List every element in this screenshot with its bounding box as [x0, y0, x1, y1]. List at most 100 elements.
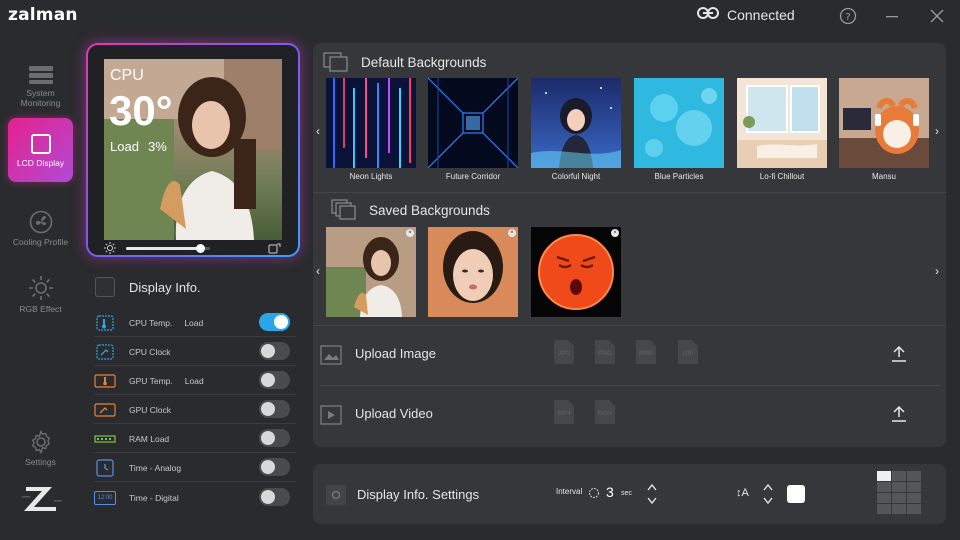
zalman-z-logo: [20, 484, 64, 519]
interval-label: Interval: [556, 487, 583, 496]
link-icon: [697, 6, 719, 23]
row-label: GPU Clock: [129, 404, 172, 415]
gpu-clock-icon: [94, 401, 116, 419]
jpg-format-icon: JPG: [553, 339, 575, 365]
mov-format-icon: MOV: [594, 399, 616, 425]
close-button[interactable]: [927, 6, 947, 26]
connection-status: Connected: [697, 6, 795, 23]
display-info-row-ram-load: RAM Load: [94, 425, 296, 453]
gpu-temp-toggle[interactable]: [259, 371, 290, 389]
interval-stepper[interactable]: [646, 482, 658, 506]
sun-icon: [28, 275, 53, 300]
sidebar-item-label: LCD Display: [16, 157, 65, 168]
preview-load-value: 3%: [148, 139, 167, 154]
upload-video-row[interactable]: Upload Video MP4 MOV: [320, 395, 940, 435]
brightness-slider[interactable]: [126, 244, 210, 253]
saved-thumb-3[interactable]: ×: [531, 227, 621, 317]
sidebar-item-label: System Monitoring: [20, 87, 61, 108]
display-info-row-gpu-clock: GPU Clock: [94, 396, 296, 424]
default-backgrounds-header: Default Backgrounds: [323, 52, 486, 72]
row-label: Time - Analog: [129, 462, 182, 473]
sidebar-item-label: RGB Effect: [19, 303, 62, 314]
row-label: Time - Digital: [129, 493, 179, 503]
png-format-icon: PNG: [594, 339, 616, 365]
default-next-arrow[interactable]: ›: [935, 124, 939, 138]
preview-sensor-label: CPU: [110, 67, 144, 84]
saved-prev-arrow[interactable]: ‹: [316, 264, 320, 278]
rotate-screen-icon[interactable]: [268, 242, 282, 254]
bg-label: Neon Lights: [349, 172, 393, 181]
ram-icon: [94, 430, 116, 448]
upload-image-row[interactable]: Upload Image JPG PNG BMP GIF: [320, 335, 940, 375]
bg-label: Colorful Night: [551, 172, 601, 181]
saved-next-arrow[interactable]: ›: [935, 264, 939, 278]
sidebar-item-rgb-effect[interactable]: RGB Effect: [8, 262, 73, 326]
row-label: CPU Temp.: [129, 317, 173, 328]
position-grid[interactable]: [877, 471, 921, 516]
time-analog-toggle[interactable]: [259, 458, 290, 476]
cpu-temp-toggle[interactable]: [259, 313, 290, 331]
cpu-clock-icon: [94, 343, 116, 361]
row-label: CPU Clock: [129, 346, 171, 357]
help-icon: ?: [839, 7, 857, 25]
bg-thumb-lofi-chillout[interactable]: [737, 78, 827, 168]
row-label: GPU Temp.: [129, 375, 173, 386]
mp4-format-icon: MP4: [553, 399, 575, 425]
upload-icon[interactable]: [890, 405, 908, 423]
fan-icon: [29, 210, 52, 233]
app-logo: zalman: [8, 5, 78, 25]
brightness-knob[interactable]: [195, 244, 205, 253]
video-icon: [320, 405, 342, 425]
font-size-stepper[interactable]: [762, 482, 774, 506]
delete-saved-2-icon[interactable]: ×: [508, 229, 516, 237]
brightness-bar: [104, 242, 284, 254]
font-size-icon: ↕A: [736, 487, 749, 499]
display-info-row-time-analog: Time - Analog: [94, 454, 296, 482]
display-info-settings-bar: Display Info. Settings Interval 3 sec ↕A: [313, 464, 946, 524]
default-prev-arrow[interactable]: ‹: [316, 124, 320, 138]
row-sub-label: Load: [184, 375, 204, 386]
saved-thumb-2[interactable]: ×: [428, 227, 518, 317]
display-info-row-time-digital: 12:00 Time - Digital: [94, 484, 296, 512]
sidebar-item-settings[interactable]: Settings: [8, 416, 73, 480]
divider: [320, 385, 940, 386]
system-monitoring-icon: [28, 65, 53, 84]
divider: [313, 325, 946, 326]
sidebar-item-system-monitoring[interactable]: System Monitoring: [8, 54, 73, 118]
bg-thumb-neon-lights[interactable]: [326, 78, 416, 168]
minimize-button[interactable]: [882, 6, 902, 26]
sidebar-item-label: Cooling Profile: [12, 236, 69, 247]
images-icon: [323, 52, 348, 72]
display-info-checkbox[interactable]: [95, 277, 115, 297]
bg-thumb-colorful-night[interactable]: [531, 78, 621, 168]
delete-saved-3-icon[interactable]: ×: [611, 229, 619, 237]
row-sub-label: Load: [184, 317, 204, 328]
text-color-swatch[interactable]: [787, 485, 805, 503]
connection-label: Connected: [727, 6, 795, 23]
upload-icon[interactable]: [890, 345, 908, 363]
saved-thumb-1[interactable]: ×: [326, 227, 416, 317]
display-info-row-gpu-temp: GPU Temp. Load: [94, 367, 296, 395]
gear-icon: [31, 429, 50, 454]
grid-cell-active[interactable]: [877, 471, 891, 481]
analog-clock-icon: [94, 458, 116, 477]
upload-image-label: Upload Image: [355, 346, 436, 361]
minimize-icon: [886, 16, 898, 18]
sidebar-item-cooling-profile[interactable]: Cooling Profile: [8, 196, 73, 260]
title-bar: zalman Connected ?: [0, 0, 960, 32]
bg-thumb-blue-particles[interactable]: [634, 78, 724, 168]
gpu-clock-toggle[interactable]: [259, 400, 290, 418]
display-info-settings-title: Display Info. Settings: [357, 487, 480, 502]
bg-thumb-future-corridor[interactable]: [428, 78, 518, 168]
display-info-row-cpu-temp: CPU Temp. Load: [94, 309, 296, 337]
help-button[interactable]: ?: [838, 6, 858, 26]
cpu-clock-toggle[interactable]: [259, 342, 290, 360]
time-digital-toggle[interactable]: [259, 488, 290, 506]
delete-saved-1-icon[interactable]: ×: [406, 229, 414, 237]
display-info-header: Display Info.: [95, 277, 201, 297]
sidebar-item-lcd-display[interactable]: LCD Display: [8, 118, 73, 182]
interval-value: 3: [606, 484, 614, 500]
ram-load-toggle[interactable]: [259, 429, 290, 447]
bg-thumb-mansu[interactable]: [839, 78, 929, 168]
digital-clock-icon: 12:00: [94, 489, 116, 507]
